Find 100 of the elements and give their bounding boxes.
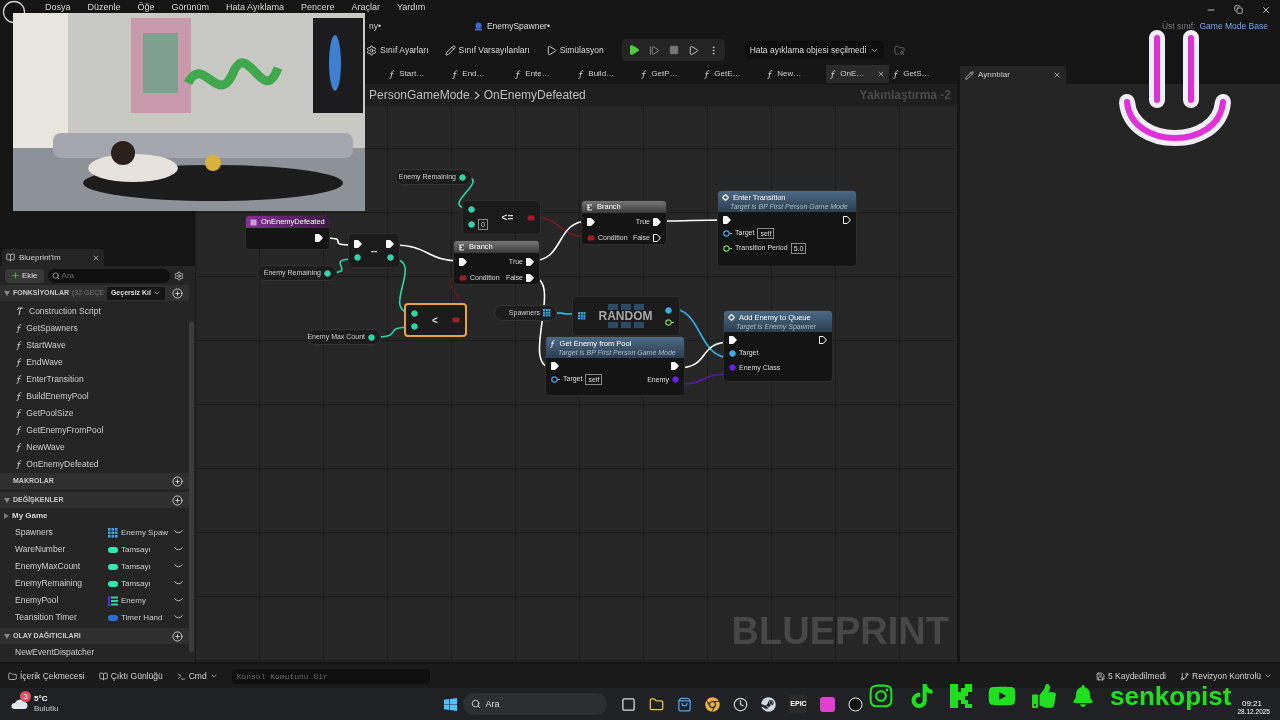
function-list-item[interactable]: GetEnemyFromPool: [0, 422, 189, 439]
menu-item[interactable]: Hata Ayıklama: [226, 1, 284, 15]
function-list-item[interactable]: EnterTransition: [0, 371, 189, 388]
taskbar-search-field[interactable]: Ara: [463, 693, 608, 715]
data-pin-icon[interactable]: [729, 349, 736, 357]
data-pin-icon[interactable]: [459, 173, 466, 181]
close-icon[interactable]: [877, 70, 885, 78]
menu-item[interactable]: Araçlar: [351, 1, 380, 15]
function-list-item[interactable]: GetSpawners: [0, 320, 189, 337]
exec-pin-icon[interactable]: [315, 234, 323, 242]
graph-tab[interactable]: End…: [448, 65, 511, 83]
menu-item[interactable]: Öğe: [137, 1, 155, 15]
details-tab[interactable]: Ayrıntılar: [960, 66, 1066, 84]
stop-icon[interactable]: [668, 45, 679, 55]
engine-app-icon[interactable]: [848, 696, 864, 712]
exec-pin-icon[interactable]: [587, 218, 595, 227]
breadcrumb-item[interactable]: OnEnemyDefeated: [483, 86, 586, 104]
breadcrumb-item[interactable]: PersonGameMode: [369, 86, 470, 104]
exec-pin-icon[interactable]: [819, 336, 827, 344]
exec-pin-icon[interactable]: [671, 362, 679, 370]
variable-row[interactable]: Teansition Timer Timer Hand: [0, 609, 189, 626]
chevron-icon[interactable]: [174, 547, 183, 552]
clock-icon[interactable]: [733, 696, 749, 712]
exec-pin-icon[interactable]: [526, 273, 534, 282]
expand-arrow-icon[interactable]: [4, 497, 10, 503]
browser-icon[interactable]: [705, 696, 721, 712]
add-icon[interactable]: [172, 494, 183, 506]
graph-tab[interactable]: GetE…: [700, 65, 763, 83]
chevron-icon[interactable]: [174, 615, 183, 620]
menu-item[interactable]: Görünüm: [171, 1, 210, 15]
data-pin-icon[interactable]: [665, 306, 672, 314]
close-icon[interactable]: [92, 253, 100, 262]
console-input[interactable]: Konsol Komutunu Gir: [231, 668, 430, 684]
variable-row[interactable]: WareNumber Tamsayı: [0, 541, 189, 558]
data-pin-icon[interactable]: [324, 269, 331, 277]
class-settings-button[interactable]: Sınıf Ayarları: [366, 43, 429, 57]
window-icon[interactable]: [621, 696, 637, 712]
exec-pin-icon[interactable]: [526, 258, 534, 267]
array-pin-icon[interactable]: [578, 312, 586, 320]
data-pin-icon[interactable]: [354, 254, 361, 261]
graph-tab[interactable]: Start…: [385, 65, 448, 83]
play-icon[interactable]: [627, 44, 640, 56]
document-tab[interactable]: ny•: [369, 19, 381, 33]
start-icon[interactable]: [443, 696, 459, 712]
graph-tab[interactable]: New…: [763, 65, 826, 83]
data-pin-icon[interactable]: [411, 323, 418, 330]
function-list-item[interactable]: Construction Script: [0, 303, 189, 320]
add-icon[interactable]: [172, 475, 183, 487]
chevron-icon[interactable]: [174, 581, 183, 586]
variable-row[interactable]: EnemyRemaining Tamsayı: [0, 575, 189, 592]
exec-pin-icon[interactable]: [729, 336, 737, 344]
data-pin-icon[interactable]: [551, 376, 560, 383]
variable-row[interactable]: EnemyMaxCount Tamsayı: [0, 558, 189, 575]
cmd-dropdown[interactable]: Cmd: [176, 669, 218, 683]
scrollbar-thumb[interactable]: [189, 321, 194, 652]
graph-tab[interactable]: Ente…: [511, 65, 574, 83]
output-log-button[interactable]: Çıktı Günlüğü: [98, 669, 163, 683]
graph-tab[interactable]: OnE…: [826, 65, 889, 83]
add-button[interactable]: Ekle: [5, 268, 44, 283]
search-field[interactable]: Ara: [47, 268, 170, 283]
close-icon[interactable]: [1053, 71, 1061, 79]
data-pin-icon[interactable]: [723, 245, 732, 252]
simulation-button[interactable]: Simülasyon: [545, 43, 604, 57]
graph-canvas[interactable]: [195, 84, 957, 662]
graph-tab[interactable]: GetS…: [889, 65, 952, 83]
data-pin-icon[interactable]: [411, 310, 418, 317]
parent-class-link[interactable]: Game Mode Base: [1199, 19, 1268, 33]
expand-arrow-icon[interactable]: [4, 633, 10, 639]
variable-row[interactable]: EnemyPool Enemy: [0, 592, 189, 609]
operator-node[interactable]: --: [348, 233, 400, 268]
class-defaults-button[interactable]: Sınıf Varsayılanları: [444, 43, 530, 57]
function-list-item[interactable]: NewWave: [0, 439, 189, 456]
close-icon[interactable]: [1261, 4, 1271, 15]
revision-control-button[interactable]: Revizyon Kontrolü: [1180, 669, 1272, 683]
data-pin-icon[interactable]: [468, 205, 475, 213]
function-list-item[interactable]: BuildEnemyPool: [0, 388, 189, 405]
menu-item[interactable]: Yardım: [397, 1, 426, 15]
graph-tab[interactable]: GetP…: [637, 65, 700, 83]
exec-pin-icon[interactable]: [459, 258, 467, 267]
exec-pin-icon[interactable]: [653, 233, 661, 242]
exec-pin-icon[interactable]: [354, 240, 362, 248]
data-pin-icon[interactable]: [387, 254, 394, 261]
function-list-item[interactable]: OnEnemyDefeated: [0, 456, 189, 473]
menu-item[interactable]: Pencere: [300, 1, 335, 15]
data-pin-icon[interactable]: [468, 220, 475, 228]
exec-pin-icon[interactable]: [551, 362, 559, 370]
unsaved-button[interactable]: 5 Kaydedilmedi: [1095, 669, 1166, 683]
dispatcher-list-item[interactable]: NewEventDispatcher: [0, 644, 189, 660]
exec-pin-icon[interactable]: [843, 216, 851, 224]
graph-tab[interactable]: Build…: [574, 65, 637, 83]
folder-icon[interactable]: [649, 696, 665, 712]
bag-icon[interactable]: [677, 696, 693, 712]
exec-pin-icon[interactable]: [386, 240, 394, 248]
step-icon[interactable]: [648, 44, 660, 56]
menu-item[interactable]: Düzenle: [87, 1, 121, 15]
function-list-item[interactable]: StartWave: [0, 337, 189, 354]
content-drawer-button[interactable]: İçerik Çekmecesi: [8, 669, 85, 683]
category-row[interactable]: My Game: [0, 508, 189, 524]
data-pin-icon[interactable]: [368, 333, 375, 341]
function-list-item[interactable]: EndWave: [0, 354, 189, 371]
